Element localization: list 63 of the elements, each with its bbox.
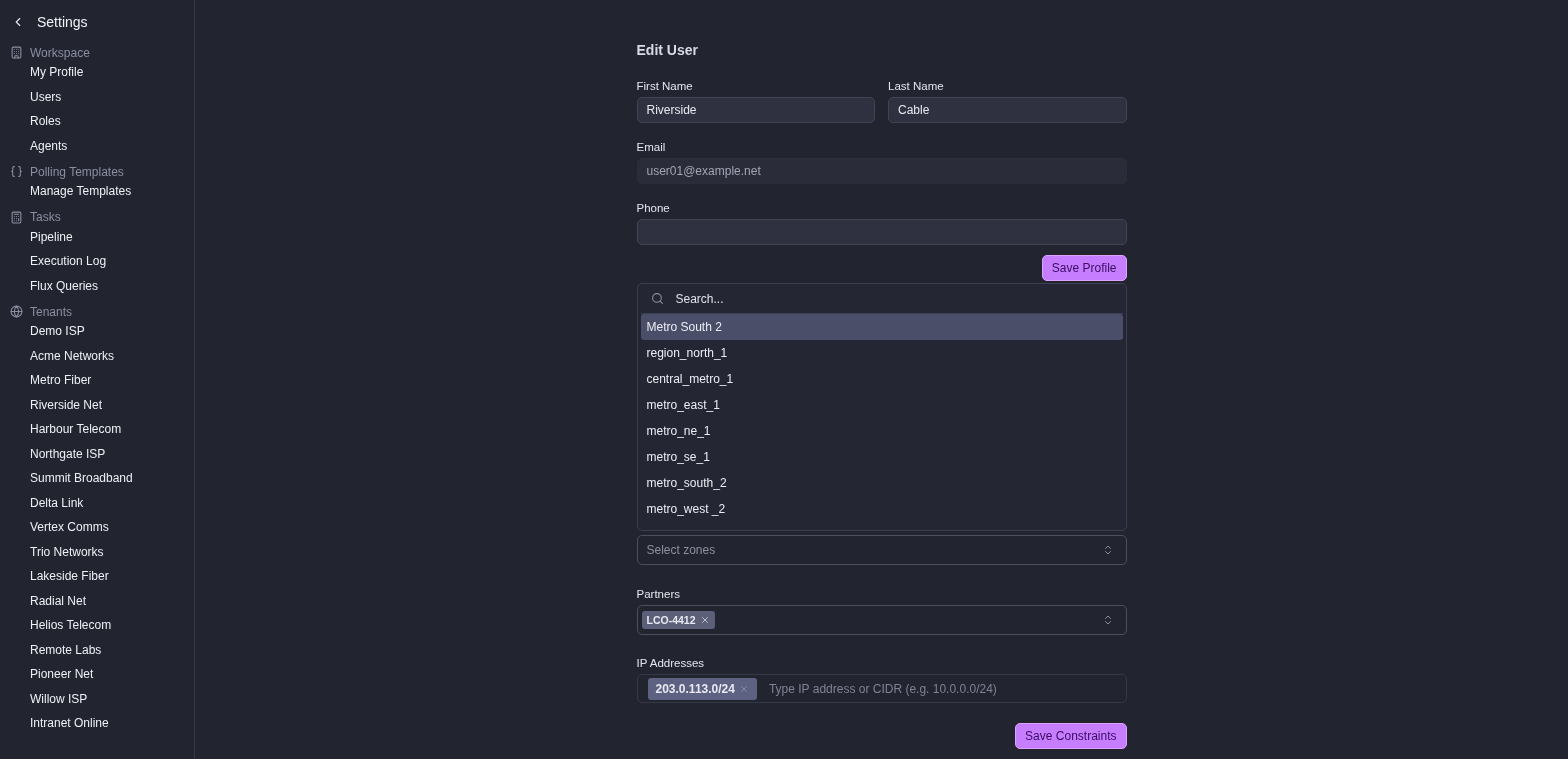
page-title: Edit User xyxy=(636,42,699,58)
field-label: IP Addresses xyxy=(636,657,706,669)
dropdown-option[interactable]: region_north_1 xyxy=(640,340,1123,366)
sidebar-item[interactable]: Demo ISP xyxy=(0,320,194,345)
partner-tag: LCO-4412 xyxy=(641,611,715,629)
search-icon xyxy=(650,292,664,305)
sidebar-item[interactable]: Northgate ISP xyxy=(0,442,194,467)
sidebar-item[interactable]: Agents xyxy=(0,134,194,159)
sidebar-item[interactable]: Execution Log xyxy=(0,250,194,275)
sidebar-item[interactable]: Acme Networks xyxy=(0,344,194,369)
ip-address-field[interactable]: Type IP address or CIDR (e.g. 10.0.0.0/24) xyxy=(766,680,1116,697)
zones-select[interactable]: Select zones xyxy=(636,535,1127,565)
sidebar-item[interactable]: Delta Link xyxy=(0,491,194,516)
sidebar-item[interactable]: Summit Broadband xyxy=(0,467,194,492)
building-icon xyxy=(10,46,23,59)
sidebar-item[interactable]: Metro Fiber xyxy=(0,369,194,394)
sidebar-item[interactable]: My Profile xyxy=(0,61,194,86)
ip-tag: 203.0.113.0/24 xyxy=(647,677,757,700)
field-label: First Name xyxy=(636,80,694,92)
sidebar-title: Settings xyxy=(37,14,88,30)
sidebar-item[interactable]: Riverside Net xyxy=(0,393,194,418)
search-field[interactable]: Search... xyxy=(673,290,1113,307)
field-label: Last Name xyxy=(888,80,945,92)
sidebar-item[interactable]: Pipeline xyxy=(0,225,194,250)
sidebar-item[interactable]: Flux Queries xyxy=(0,274,194,299)
section-heading: Polling Templates xyxy=(30,164,124,179)
save-constraints-button[interactable]: Save Constraints xyxy=(1015,723,1127,749)
sidebar-item[interactable]: Helios Telecom xyxy=(0,614,194,639)
sidebar-item[interactable]: Lakeside Fiber xyxy=(0,565,194,590)
field-label: Partners xyxy=(636,588,681,600)
section-heading: Tenants xyxy=(30,304,73,319)
remove-icon[interactable] xyxy=(699,615,710,625)
sidebar-item[interactable]: Willow ISP xyxy=(0,687,194,712)
ip-address-box[interactable]: 203.0.113.0/24 Type IP address or CIDR (e.g. 10.0.0.0/24) xyxy=(636,674,1127,703)
dropdown-option[interactable]: Metro South 2 xyxy=(640,314,1123,340)
brackets-icon xyxy=(10,165,23,178)
partners-select[interactable]: LCO-4412 xyxy=(636,605,1127,635)
phone-field[interactable] xyxy=(636,219,1127,245)
sidebar-item[interactable]: Pioneer Net xyxy=(0,663,194,688)
sidebar-item[interactable]: Vertex Comms xyxy=(0,516,194,541)
sidebar-item[interactable]: Manage Templates xyxy=(0,180,194,205)
dropdown-option[interactable]: metro_west _2 xyxy=(640,496,1123,522)
field-label: Email xyxy=(636,141,667,153)
sidebar-item[interactable]: Trio Networks xyxy=(0,540,194,565)
section-heading: Workspace xyxy=(30,45,90,60)
dropdown-option[interactable]: metro_south_2 xyxy=(640,470,1123,496)
sidebar-item[interactable]: Users xyxy=(0,85,194,110)
dropdown-option[interactable]: metro_ne_1 xyxy=(640,418,1123,444)
last-name-field[interactable]: Cable xyxy=(888,97,1127,123)
dropdown-option[interactable]: metro_se_1 xyxy=(640,444,1123,470)
sidebar-item[interactable]: Roles xyxy=(0,110,194,135)
dropdown-option[interactable]: central_metro_1 xyxy=(640,366,1123,392)
sidebar-item[interactable]: Intranet Online xyxy=(0,712,194,737)
sidebar-item[interactable]: Remote Labs xyxy=(0,638,194,663)
field-label: Phone xyxy=(636,202,671,214)
section-heading: Tasks xyxy=(30,210,61,224)
calculator-icon xyxy=(10,210,23,224)
sidebar-item[interactable]: Radial Net xyxy=(0,589,194,614)
save-profile-button[interactable]: Save Profile xyxy=(1041,255,1127,281)
first-name-field[interactable]: Riverside xyxy=(636,97,875,123)
dropdown-option[interactable]: metro_east_1 xyxy=(640,392,1123,418)
sidebar-item[interactable]: Harbour Telecom xyxy=(0,418,194,443)
globe-icon xyxy=(10,305,23,318)
